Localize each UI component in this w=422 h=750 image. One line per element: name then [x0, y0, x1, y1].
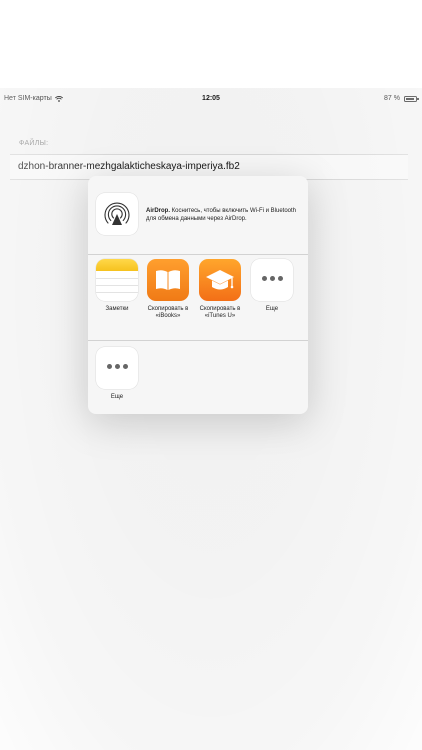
status-bar: Нет SIM-карты 12:05 87 % [0, 88, 422, 110]
share-action-more[interactable]: Еще [91, 347, 143, 401]
share-app-itunes-u[interactable]: Скопировать в «iTunes U» [194, 259, 246, 320]
share-app-ibooks[interactable]: Скопировать в «iBooks» [142, 259, 194, 320]
share-app-label: Заметки [105, 306, 129, 312]
files-section-label: ФАЙЛЫ: [19, 140, 49, 147]
status-time: 12:05 [202, 95, 220, 102]
ibooks-icon[interactable] [147, 259, 189, 301]
share-actions-row: Еще [88, 341, 308, 414]
more-icon[interactable] [96, 347, 138, 389]
share-app-label: Скопировать в «iBooks» [147, 306, 189, 319]
status-right: 87 % [384, 95, 419, 102]
share-apps-row: Заметки Скопировать в «iBooks» Скопирова… [88, 255, 308, 341]
airdrop-description: AirDrop. Коснитесь, чтобы включить Wi-Fi… [146, 207, 296, 223]
battery-icon [404, 95, 419, 102]
notes-icon[interactable] [96, 259, 138, 301]
battery-percent: 87 % [384, 95, 400, 102]
airdrop-title: AirDrop. [146, 208, 170, 214]
itunes-u-icon[interactable] [199, 259, 241, 301]
more-icon[interactable] [251, 259, 293, 301]
share-app-more[interactable]: Еще [246, 259, 298, 313]
share-app-notes[interactable]: Заметки [91, 259, 143, 313]
ios-screen: Нет SIM-карты 12:05 87 % ФАЙЛЫ: dzhon-br… [0, 88, 422, 750]
airdrop-icon[interactable] [96, 193, 138, 235]
share-action-label: Еще [110, 394, 124, 400]
airdrop-row[interactable]: AirDrop. Коснитесь, чтобы включить Wi-Fi… [88, 176, 308, 255]
share-app-label: Еще [265, 306, 279, 312]
share-app-label: Скопировать в «iTunes U» [199, 306, 241, 319]
share-sheet: AirDrop. Коснитесь, чтобы включить Wi-Fi… [88, 176, 308, 414]
